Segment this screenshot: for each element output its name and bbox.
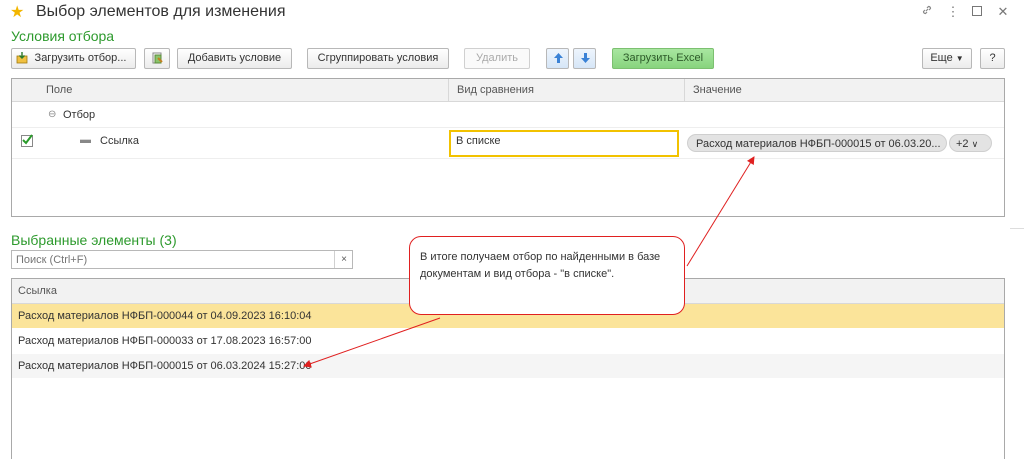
group-label: Отбор xyxy=(63,109,96,121)
conditions-grid-header: Поле Вид сравнения Значение xyxy=(12,79,1004,102)
more-button[interactable]: Еще ▼ xyxy=(922,48,972,69)
collapse-icon[interactable]: ⊖ xyxy=(48,109,56,120)
arrow-up-icon xyxy=(553,52,564,71)
arrow-down-icon xyxy=(580,52,591,71)
maximize-icon[interactable] xyxy=(968,3,986,21)
row-text: Расход материалов НФБП-000033 от 17.08.2… xyxy=(18,335,312,347)
load-icon xyxy=(16,52,28,71)
filter-settings-button[interactable] xyxy=(144,48,170,69)
row-text: Расход материалов НФБП-000044 от 04.09.2… xyxy=(18,310,312,322)
column-header-link[interactable]: Ссылка xyxy=(12,279,432,303)
condition-group-row[interactable]: ⊖ Отбор xyxy=(12,104,1004,128)
load-filter-label: Загрузить отбор... xyxy=(34,52,127,64)
more-values-count: +2 xyxy=(956,138,969,150)
conditions-grid: Поле Вид сравнения Значение ⊖ Отбор ▬ Сс… xyxy=(11,78,1005,217)
clear-search-icon[interactable]: × xyxy=(334,251,353,268)
group-conditions-button[interactable]: Сгруппировать условия xyxy=(307,48,449,69)
table-row[interactable]: Расход материалов НФБП-000033 от 17.08.2… xyxy=(12,329,1004,353)
help-button[interactable]: ? xyxy=(980,48,1005,69)
add-condition-button[interactable]: Добавить условие xyxy=(177,48,292,69)
load-filter-button[interactable]: Загрузить отбор... xyxy=(11,48,136,69)
annotation-text: В итоге получаем отбор по найденными в б… xyxy=(420,251,661,280)
row-text: Расход материалов НФБП-000015 от 06.03.2… xyxy=(18,360,312,372)
comparison-value: В списке xyxy=(456,135,501,147)
condition-row[interactable]: ▬ Ссылка В списке Расход материалов НФБП… xyxy=(12,129,1004,159)
chevron-down-icon: ▼ xyxy=(955,54,964,63)
search-field[interactable]: × xyxy=(11,250,353,269)
link-icon[interactable] xyxy=(918,3,936,21)
more-icon[interactable]: ⋮ xyxy=(944,3,962,21)
condition-checkbox[interactable] xyxy=(21,134,33,147)
chevron-down-icon: ∨ xyxy=(971,139,979,149)
value-chip[interactable]: Расход материалов НФБП-000015 от 06.03.2… xyxy=(687,134,947,152)
move-down-button[interactable] xyxy=(573,48,596,69)
comparison-input[interactable]: В списке xyxy=(449,130,679,157)
window-title: Выбор элементов для изменения xyxy=(36,3,286,20)
annotation-callout: В итоге получаем отбор по найденными в б… xyxy=(409,236,685,315)
divider xyxy=(1010,228,1024,229)
favorite-star-icon[interactable]: ★ xyxy=(10,2,24,22)
selected-section-title: Выбранные элементы (3) xyxy=(11,232,177,248)
move-up-button[interactable] xyxy=(546,48,569,69)
more-label: Еще xyxy=(930,52,953,64)
conditions-section-title: Условия отбора xyxy=(11,28,115,44)
minus-icon: ▬ xyxy=(80,134,91,146)
checkmark-icon xyxy=(22,134,33,145)
close-icon[interactable]: ✕ xyxy=(994,3,1012,21)
search-input[interactable] xyxy=(12,251,338,268)
load-excel-button[interactable]: Загрузить Excel xyxy=(612,48,714,69)
filter-settings-icon xyxy=(151,52,164,72)
column-header-field[interactable]: Поле xyxy=(38,79,458,101)
condition-field-label: Ссылка xyxy=(100,135,139,147)
more-values-chip[interactable]: +2 ∨ xyxy=(949,134,992,152)
table-row[interactable]: Расход материалов НФБП-000015 от 06.03.2… xyxy=(12,354,1004,378)
column-header-value[interactable]: Значение xyxy=(684,79,1004,101)
title-bar: ★ Выбор элементов для изменения ⋮ ✕ xyxy=(0,0,1024,26)
column-header-comparison[interactable]: Вид сравнения xyxy=(448,79,684,101)
delete-button[interactable]: Удалить xyxy=(464,48,530,69)
